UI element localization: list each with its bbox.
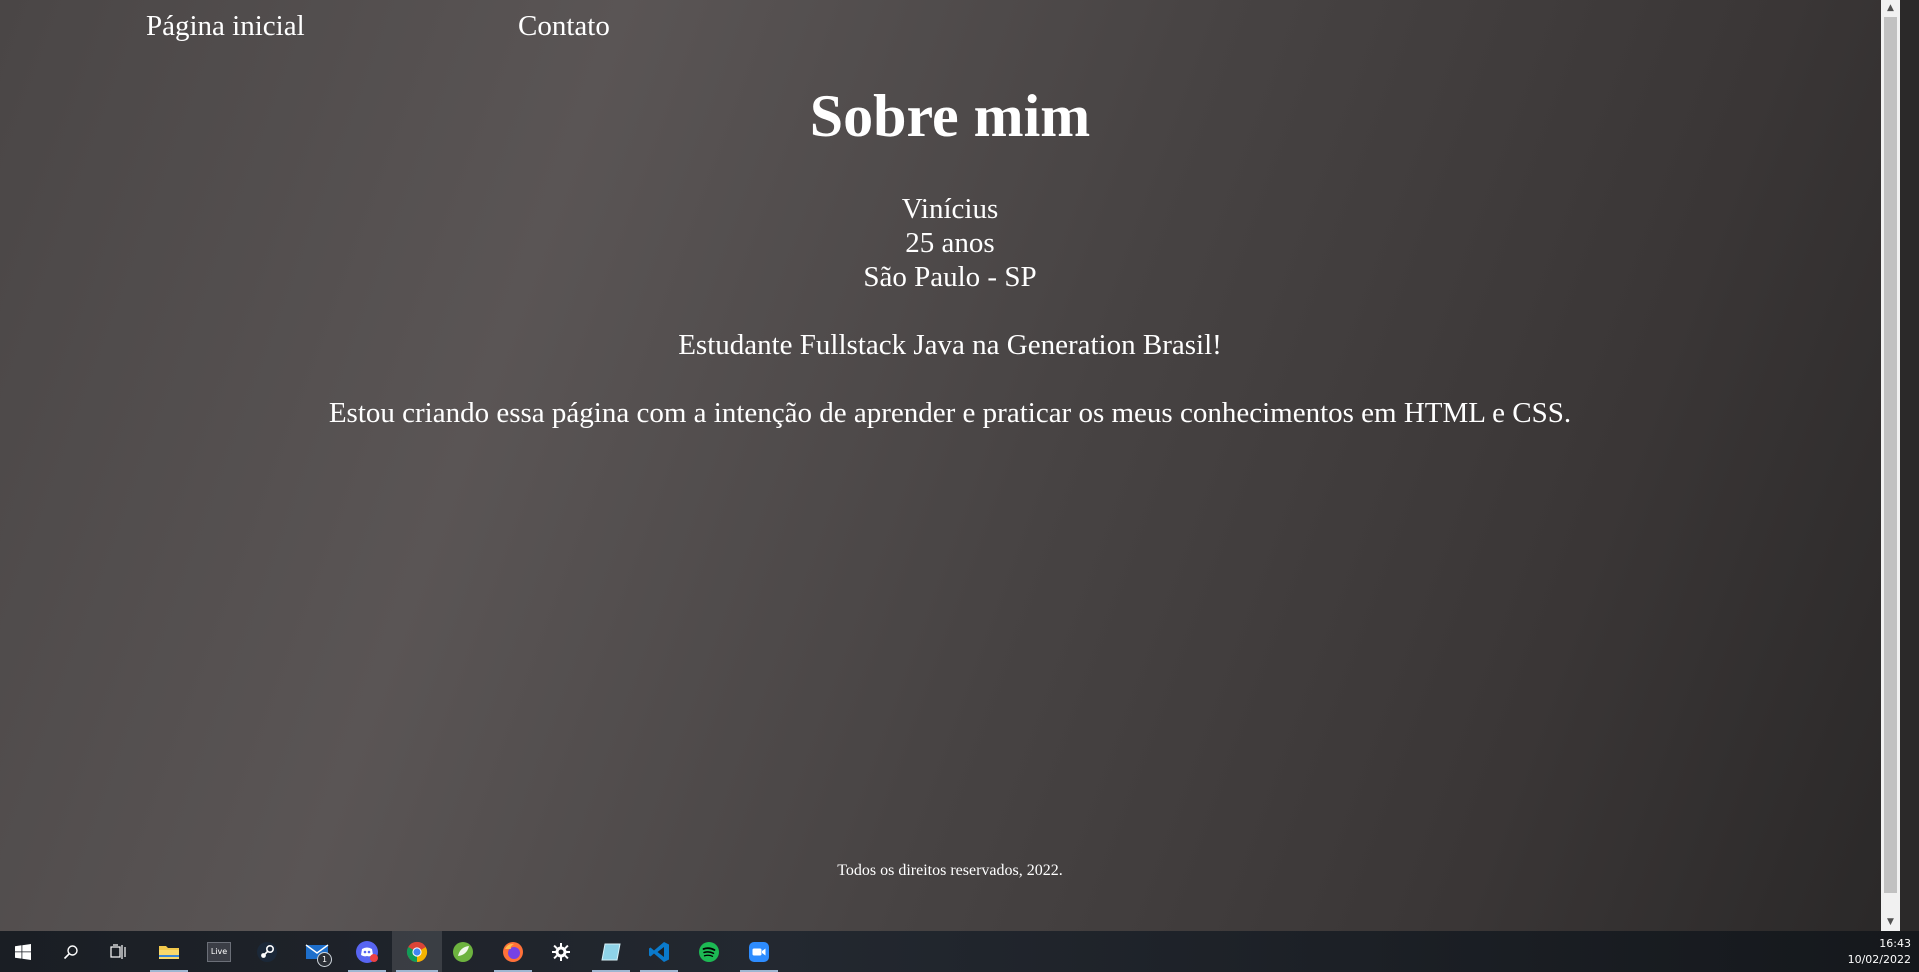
taskbar-chrome[interactable] (392, 931, 442, 972)
system-clock[interactable]: 16:43 10/02/2022 (1848, 936, 1911, 968)
firefox-icon (503, 941, 523, 962)
taskbar-mail[interactable]: 1 (294, 931, 340, 972)
vertical-scrollbar[interactable]: ▲ ▼ (1881, 0, 1900, 931)
taskbar-live[interactable]: Live (196, 931, 242, 972)
start-icon (15, 943, 31, 960)
search-icon (63, 944, 78, 959)
taskbar-zoom[interactable] (736, 931, 782, 972)
chrome-icon (406, 941, 428, 962)
taskbar: Live 1 16:43 10/02/2022 (0, 931, 1919, 972)
taskbar-discord[interactable] (344, 931, 390, 972)
description-text: Estou criando essa página com a intenção… (328, 397, 1572, 429)
clock-date: 10/02/2022 (1847, 953, 1911, 966)
spring-icon (453, 941, 473, 962)
notepad-icon (601, 943, 621, 960)
scroll-thumb[interactable] (1884, 17, 1897, 893)
profile-name: Vinícius (901, 193, 999, 225)
task-view-button[interactable] (96, 931, 142, 972)
nav-link-contact[interactable]: Contato (518, 10, 610, 43)
vscode-icon (649, 941, 669, 962)
profile-location: São Paulo - SP (863, 261, 1037, 293)
taskbar-steam[interactable] (244, 931, 290, 972)
task-view-icon (110, 943, 126, 959)
live-icon: Live (207, 941, 231, 962)
taskbar-spotify[interactable] (686, 931, 732, 972)
scroll-up-arrow-icon[interactable]: ▲ (1881, 0, 1900, 17)
taskbar-notepad[interactable] (588, 931, 634, 972)
scroll-down-arrow-icon[interactable]: ▼ (1881, 914, 1900, 931)
taskbar-settings[interactable] (538, 931, 584, 972)
nav-link-home[interactable]: Página inicial (146, 10, 305, 43)
settings-icon (552, 942, 570, 961)
profile-age: 25 anos (905, 227, 995, 259)
start-button[interactable] (0, 931, 46, 972)
profile-info: Vinícius 25 anos São Paulo - SP (0, 192, 1900, 294)
taskbar-file-explorer[interactable] (146, 931, 192, 972)
search-button[interactable] (48, 931, 94, 972)
page-title: Sobre mim (809, 83, 1091, 149)
page: Página inicial Contato Sobre mim Viníciu… (0, 0, 1900, 931)
spotify-icon (699, 941, 719, 962)
taskbar-vscode[interactable] (636, 931, 682, 972)
zoom-icon (749, 941, 769, 962)
steam-icon (257, 941, 277, 962)
taskbar-spring[interactable] (440, 931, 486, 972)
footer-text: Todos os direitos reservados, 2022. (837, 862, 1063, 879)
study-text: Estudante Fullstack Java na Generation B… (678, 329, 1222, 361)
clock-time: 16:43 (1879, 937, 1911, 950)
top-nav: Página inicial Contato (0, 10, 1900, 50)
file-explorer-icon (159, 945, 179, 959)
mail-badge: 1 (317, 952, 332, 967)
discord-icon (356, 940, 378, 963)
taskbar-firefox[interactable] (490, 931, 536, 972)
